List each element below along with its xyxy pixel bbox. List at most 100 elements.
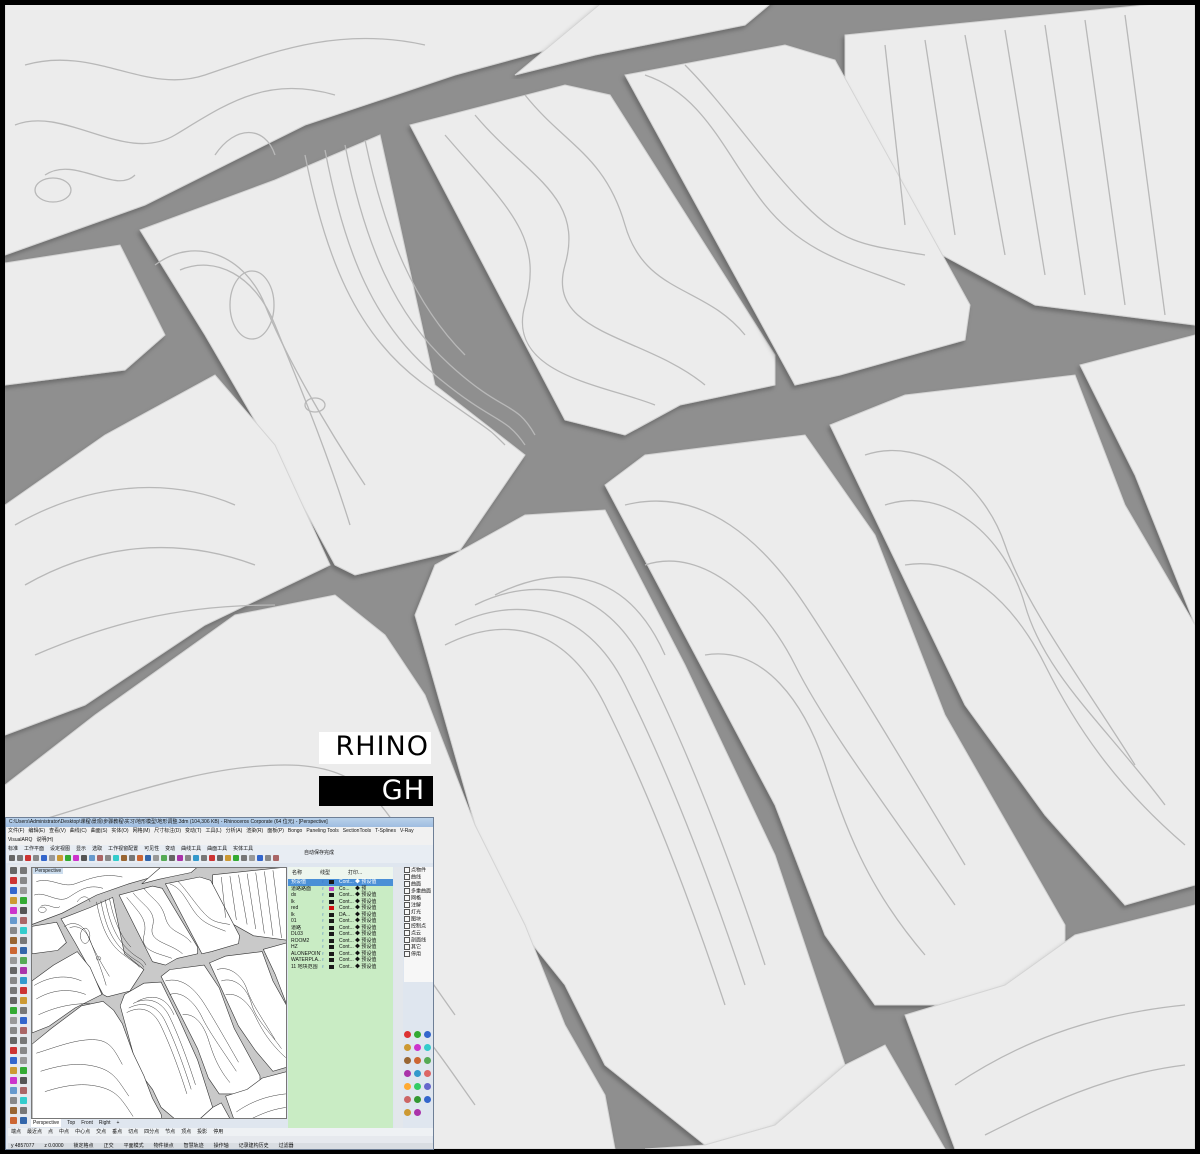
toolbar-tab[interactable]: 可见性 [144, 845, 159, 853]
layer-row[interactable]: 11 地块范围 ♀ Cont... ◆ 预设值 [288, 964, 393, 971]
side-tool-icon[interactable] [10, 987, 17, 994]
side-tool-icon[interactable] [10, 937, 17, 944]
side-tool-icon[interactable] [10, 1067, 17, 1074]
toolbar-tool-icon[interactable] [273, 855, 279, 861]
toolbar-tool-icon[interactable] [33, 855, 39, 861]
layer-color-swatch[interactable] [329, 886, 334, 891]
lightbulb-icon[interactable]: ♀ [321, 964, 327, 971]
menu-item[interactable]: T-Splines [375, 827, 396, 836]
toolbar-tool-icon[interactable] [233, 855, 239, 861]
osnap-toggle[interactable]: 中心点 [75, 1128, 90, 1136]
toolbar-tab[interactable]: 实体工具 [233, 845, 253, 853]
render-tool-icon[interactable] [404, 1083, 411, 1090]
layer-color-swatch[interactable] [329, 906, 334, 910]
side-tool-icon[interactable] [20, 1017, 27, 1024]
status-toggle[interactable]: 物件锁点 [154, 1143, 174, 1149]
side-tool-icon[interactable] [20, 967, 27, 974]
checkbox-icon[interactable] [404, 902, 410, 908]
side-tool-icon[interactable] [20, 1067, 27, 1074]
status-toggle[interactable]: 正交 [104, 1143, 114, 1149]
render-tool-icon[interactable] [414, 1083, 421, 1090]
menu-item[interactable]: 说明(H) [36, 836, 53, 845]
display-filter-checkbox[interactable]: 灯光 [404, 909, 433, 916]
toolbar-tab[interactable]: 选取 [92, 845, 102, 853]
checkbox-icon[interactable] [404, 881, 410, 887]
side-tool-icon[interactable] [10, 977, 17, 984]
toolbar-tab[interactable]: 变动 [165, 845, 175, 853]
viewport-label[interactable]: Perspective [33, 868, 64, 874]
layer-color-swatch[interactable] [329, 912, 334, 917]
side-tool-icon[interactable] [20, 927, 27, 934]
menu-item[interactable]: 编辑(E) [28, 827, 45, 836]
render-tool-icon[interactable] [424, 1096, 431, 1103]
display-filter-checkbox[interactable]: 网格 [404, 895, 433, 902]
side-tool-icon[interactable] [10, 867, 17, 874]
layer-color-swatch[interactable] [329, 945, 334, 949]
display-filter-checkbox[interactable]: 多重曲面 [404, 888, 433, 895]
side-tool-icon[interactable] [20, 877, 27, 884]
toolbar-tool-icon[interactable] [217, 855, 223, 861]
toolbar-tool-icon[interactable] [97, 855, 103, 861]
menu-item[interactable]: 面板(P) [267, 827, 284, 836]
checkbox-icon[interactable] [404, 937, 410, 943]
osnap-toggle[interactable]: 点 [48, 1128, 53, 1136]
checkbox-icon[interactable] [404, 895, 410, 901]
layer-color-swatch[interactable] [329, 964, 334, 969]
menu-item[interactable]: 曲线(C) [70, 827, 87, 836]
menu-item[interactable]: 渲染(R) [246, 827, 263, 836]
render-tool-icon[interactable] [404, 1096, 411, 1103]
side-tool-icon[interactable] [20, 1037, 27, 1044]
toolbar-tool-icon[interactable] [129, 855, 135, 861]
render-tool-icon[interactable] [424, 1083, 431, 1090]
side-tool-icon[interactable] [10, 1117, 17, 1124]
toolbar-tab[interactable]: 显示 [76, 845, 86, 853]
display-filter-checkbox[interactable]: 图块 [404, 916, 433, 923]
checkbox-icon[interactable] [404, 930, 410, 936]
side-tool-icon[interactable] [20, 1057, 27, 1064]
side-tool-icon[interactable] [20, 1107, 27, 1114]
checkbox-icon[interactable] [404, 909, 410, 915]
menu-item[interactable]: 实体(O) [111, 827, 128, 836]
side-tool-icon[interactable] [10, 1027, 17, 1034]
side-tool-icon[interactable] [10, 1007, 17, 1014]
toolbar-tool-icon[interactable] [241, 855, 247, 861]
osnap-toggle[interactable]: 停用 [213, 1128, 223, 1136]
render-tool-icon[interactable] [404, 1031, 411, 1038]
perspective-viewport[interactable]: Perspective [31, 867, 287, 1119]
toolbar-tab[interactable]: 曲面工具 [207, 845, 227, 853]
side-tool-icon[interactable] [10, 1087, 17, 1094]
toolbar-tool-icon[interactable] [153, 855, 159, 861]
toolbar-tool-icon[interactable] [105, 855, 111, 861]
viewport-tab[interactable]: Front [81, 1119, 93, 1127]
toolbar-tool-icon[interactable] [201, 855, 207, 861]
checkbox-icon[interactable] [404, 923, 410, 929]
toolbar-tab[interactable]: 设定视图 [50, 845, 70, 853]
display-filter-checkbox[interactable]: 点物件 [404, 867, 433, 874]
menu-item[interactable]: 尺寸标注(D) [154, 827, 181, 836]
render-tool-icon[interactable] [404, 1044, 411, 1051]
viewport-tab[interactable]: Right [99, 1119, 111, 1127]
status-toggle[interactable]: 操作轴 [214, 1143, 229, 1149]
toolbar-tool-icon[interactable] [265, 855, 271, 861]
side-tool-icon[interactable] [10, 1097, 17, 1104]
toolbar-tool-icon[interactable] [9, 855, 15, 861]
toolbar-tool-icon[interactable] [73, 855, 79, 861]
side-tool-icon[interactable] [10, 877, 17, 884]
render-tool-icon[interactable] [424, 1070, 431, 1077]
side-tool-icon[interactable] [20, 1087, 27, 1094]
side-tool-icon[interactable] [10, 917, 17, 924]
menu-item[interactable]: VisualARQ [8, 836, 32, 845]
status-toggle[interactable]: 平面模式 [124, 1143, 144, 1149]
side-tool-icon[interactable] [20, 987, 27, 994]
side-tool-icon[interactable] [20, 957, 27, 964]
toolbar-tool-icon[interactable] [65, 855, 71, 861]
checkbox-icon[interactable] [404, 867, 410, 873]
toolbar-tab[interactable]: 工作平面 [24, 845, 44, 853]
osnap-toggle[interactable]: 垂点 [112, 1128, 122, 1136]
side-tool-icon[interactable] [10, 887, 17, 894]
side-tool-icon[interactable] [10, 967, 17, 974]
render-tool-icon[interactable] [414, 1109, 421, 1116]
menu-item[interactable]: SectionTools [343, 827, 371, 836]
side-tool-icon[interactable] [10, 897, 17, 904]
layer-color-swatch[interactable] [329, 919, 334, 923]
